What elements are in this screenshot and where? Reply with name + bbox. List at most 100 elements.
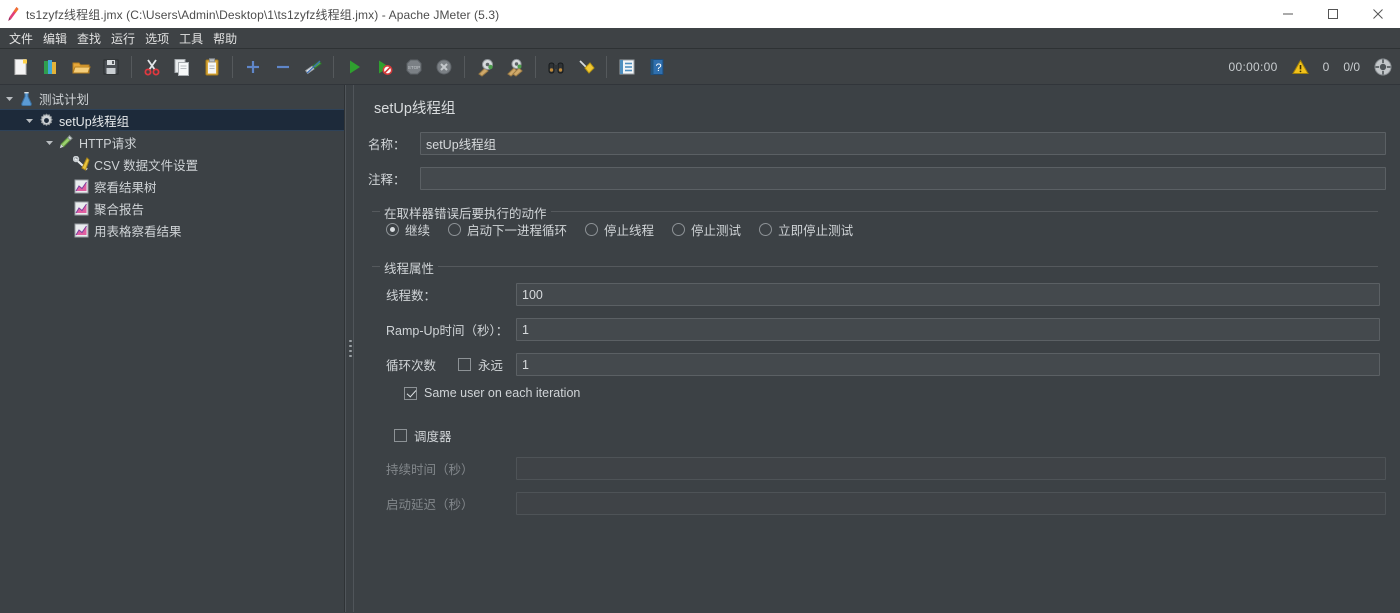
checkbox-mark-icon[interactable] — [394, 429, 407, 442]
active-threads-count: 0/0 — [1343, 60, 1360, 74]
svg-text:STOP: STOP — [408, 65, 420, 70]
name-label: 名称： — [368, 138, 406, 152]
radio-mark-icon[interactable] — [585, 223, 599, 236]
tree-node-http-request[interactable]: HTTP请求 — [0, 131, 344, 153]
minimize-button[interactable] — [1265, 0, 1310, 28]
radio-mark-icon[interactable] — [759, 223, 773, 236]
chevron-down-icon[interactable] — [42, 131, 56, 153]
ramp-up-label: Ramp-Up时间（秒）： — [386, 324, 509, 338]
menu-help[interactable]: 帮助 — [208, 28, 242, 49]
toolbar-separator — [464, 55, 465, 78]
comment-label: 注释： — [368, 173, 406, 187]
collapse-minus-icon[interactable] — [268, 52, 298, 82]
save-icon[interactable] — [96, 52, 126, 82]
clear-icon[interactable] — [470, 52, 500, 82]
search-binoculars-icon[interactable] — [541, 52, 571, 82]
tree-node-label: CSV 数据文件设置 — [94, 158, 199, 173]
menu-search[interactable]: 查找 — [72, 28, 106, 49]
csv-config-icon — [71, 153, 91, 175]
tree-node-label: 测试计划 — [39, 92, 90, 107]
expand-plus-icon[interactable] — [238, 52, 268, 82]
toolbar-separator — [535, 55, 536, 78]
search-reset-broom-icon[interactable] — [571, 52, 601, 82]
num-threads-row: 线程数： — [386, 283, 1380, 306]
window-controls — [1265, 0, 1400, 28]
templates-icon[interactable] — [36, 52, 66, 82]
menu-tools[interactable]: 工具 — [174, 28, 208, 49]
num-threads-input[interactable] — [516, 283, 1380, 306]
page-title: setUp线程组 — [374, 101, 456, 117]
radio-start-next-thread-loop[interactable]: 启动下一进程循环 — [448, 220, 567, 239]
comment-input[interactable] — [420, 167, 1386, 190]
same-user-checkbox[interactable]: Same user on each iteration — [404, 386, 1380, 400]
radio-mark-icon[interactable] — [672, 223, 686, 236]
active-threads-icon[interactable] — [1374, 58, 1392, 76]
duration-input[interactable] — [516, 457, 1386, 480]
startup-delay-label: 启动延迟（秒） — [386, 498, 474, 512]
help-icon[interactable]: ? — [642, 52, 672, 82]
scheduler-checkbox[interactable]: 调度器 — [394, 426, 1386, 445]
radio-stop-test-now[interactable]: 立即停止测试 — [759, 220, 853, 239]
splitter-grip-icon[interactable] — [349, 339, 352, 358]
loop-count-label: 循环次数 — [386, 359, 437, 373]
paste-clipboard-icon[interactable] — [197, 52, 227, 82]
new-file-icon[interactable] — [6, 52, 36, 82]
maximize-button[interactable] — [1310, 0, 1355, 28]
test-plan-tree[interactable]: 测试计划 setUp线程组 HTTP请求 CSV 数据文件设置 察看结果树 聚合… — [0, 85, 345, 612]
radio-mark-icon[interactable] — [386, 223, 399, 236]
panel-splitter[interactable] — [345, 85, 354, 612]
listener-icon — [71, 175, 91, 197]
stop-icon[interactable]: STOP — [399, 52, 429, 82]
checkbox-mark-icon[interactable] — [404, 386, 417, 400]
tree-node-csv-data-set-config[interactable]: CSV 数据文件设置 — [0, 153, 344, 175]
radio-continue[interactable]: 继续 — [386, 220, 430, 239]
radio-mark-icon[interactable] — [448, 223, 462, 236]
thread-group-icon — [36, 109, 56, 131]
clear-all-icon[interactable] — [500, 52, 530, 82]
menu-run[interactable]: 运行 — [106, 28, 140, 49]
start-no-timers-icon[interactable] — [369, 52, 399, 82]
radio-label: 停止线程 — [604, 224, 655, 238]
toggle-enable-icon[interactable] — [298, 52, 328, 82]
radio-stop-test[interactable]: 停止测试 — [672, 220, 741, 239]
tree-node-view-results-in-table[interactable]: 用表格察看结果 — [0, 219, 344, 241]
tree-node-view-results-tree[interactable]: 察看结果树 — [0, 175, 344, 197]
menu-edit[interactable]: 编辑 — [38, 28, 72, 49]
cut-scissors-icon[interactable] — [137, 52, 167, 82]
forever-label: 永远 — [478, 359, 504, 373]
ramp-up-input[interactable] — [516, 318, 1380, 341]
chevron-down-icon[interactable] — [22, 109, 36, 131]
startup-delay-input[interactable] — [516, 492, 1386, 515]
ramp-up-row: Ramp-Up时间（秒）： — [386, 318, 1380, 341]
function-helper-icon[interactable] — [612, 52, 642, 82]
window-titlebar: ts1zyfz线程组.jmx (C:\Users\Admin\Desktop\1… — [0, 0, 1400, 28]
radio-stop-thread[interactable]: 停止线程 — [585, 220, 654, 239]
tree-node-label: 用表格察看结果 — [94, 224, 182, 239]
checkbox-mark-icon[interactable] — [458, 358, 471, 371]
radio-label: 立即停止测试 — [778, 224, 854, 238]
tree-node-aggregate-report[interactable]: 聚合报告 — [0, 197, 344, 219]
toolbar-separator — [232, 55, 233, 78]
scheduler-section: 调度器 持续时间（秒） 启动延迟（秒） — [378, 426, 1386, 515]
forever-checkbox[interactable]: 永远 — [458, 355, 516, 374]
comment-field-row: 注释： — [368, 167, 1386, 190]
shutdown-icon[interactable] — [429, 52, 459, 82]
menu-options[interactable]: 选项 — [140, 28, 174, 49]
menu-file[interactable]: 文件 — [4, 28, 38, 49]
close-button[interactable] — [1355, 0, 1400, 28]
tree-node-label: 察看结果树 — [94, 180, 157, 195]
chevron-down-icon[interactable] — [2, 87, 16, 109]
start-play-icon[interactable] — [339, 52, 369, 82]
main-body: 测试计划 setUp线程组 HTTP请求 CSV 数据文件设置 察看结果树 聚合… — [0, 85, 1400, 612]
name-input[interactable] — [420, 132, 1386, 155]
open-folder-icon[interactable] — [66, 52, 96, 82]
warning-triangle-icon[interactable] — [1291, 59, 1309, 75]
copy-icon[interactable] — [167, 52, 197, 82]
menubar: 文件 编辑 查找 运行 选项 工具 帮助 — [0, 28, 1400, 49]
tree-node-setup-thread-group[interactable]: setUp线程组 — [0, 109, 344, 131]
loop-count-row: 循环次数 永远 — [386, 353, 1380, 376]
loop-count-input[interactable] — [516, 353, 1380, 376]
tree-node-test-plan[interactable]: 测试计划 — [0, 87, 344, 109]
svg-text:?: ? — [655, 62, 661, 74]
error-count: 0 — [1322, 60, 1330, 74]
